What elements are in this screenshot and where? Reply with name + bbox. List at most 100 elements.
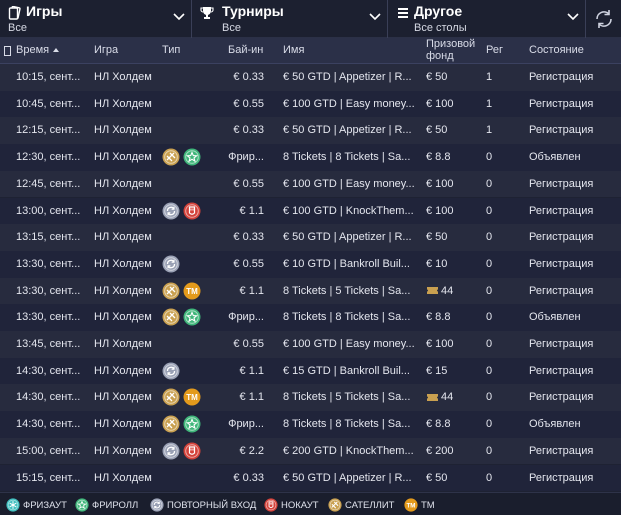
refresh-button[interactable] [586, 0, 621, 38]
cell-buyin: Фрир... [228, 418, 264, 431]
cell-state: Регистрация [529, 71, 594, 83]
other-filter-dropdown[interactable]: Другое Все столы [388, 0, 586, 38]
cell-types [162, 95, 222, 115]
cell-name: € 50 GTD | Appetizer | R... [283, 471, 412, 484]
column-header-state[interactable]: Состояние [529, 44, 584, 56]
other-filter-title: Другое [414, 3, 463, 19]
legend-item-tm: TM ТМ [404, 498, 435, 512]
legend-item-satellite: САТЕЛЛИТ [328, 498, 395, 512]
freeroll-icon [183, 148, 201, 166]
cell-reg: 0 [486, 204, 493, 217]
cell-buyin: € 0.33 [233, 71, 264, 83]
cell-state: Регистрация [529, 444, 594, 457]
cell-state: Регистрация [529, 471, 594, 484]
cell-state: Регистрация [529, 124, 594, 137]
games-filter-dropdown[interactable]: Игры Все [0, 0, 192, 38]
cell-game: НЛ Холдем [94, 124, 152, 137]
freezeout-icon [6, 498, 23, 512]
games-filter-title: Игры [26, 3, 63, 19]
tm-icon: TM [183, 388, 201, 406]
cell-reg: 1 [486, 124, 493, 137]
column-options-icon[interactable] [4, 46, 11, 56]
table-row[interactable]: 15:15, сент... НЛ Холдем € 0.33 € 50 GTD | … [0, 464, 621, 492]
table-row[interactable]: 13:30, сент... НЛ Холдем € 0.55 € 10 GTD | … [0, 250, 621, 278]
cell-types [162, 121, 222, 141]
cell-prize: € 100 [426, 98, 482, 110]
svg-text:TM: TM [186, 393, 198, 402]
table-row[interactable]: 13:30, сент... НЛ Холдем TM € 1.1 8 Tickets … [0, 277, 621, 305]
cell-types [162, 202, 222, 222]
refresh-icon [596, 10, 612, 28]
legend-item-freeroll: ФРИРОЛЛ [75, 498, 138, 512]
column-header-time[interactable]: Время [16, 44, 60, 56]
table-row[interactable]: 13:00, сент... НЛ Холдем € 1.1 € 100 GTD | … [0, 197, 621, 225]
table-header: Время Игра Тип Бай-ин Имя Призовой фонд Р… [0, 38, 621, 64]
cell-buyin: € 0.55 [233, 177, 264, 190]
table-row[interactable]: 12:30, сент... НЛ Холдем Фрир... 8 Tickets … [0, 144, 621, 171]
cell-buyin: Фрир... [228, 151, 264, 164]
cell-game: НЛ Холдем [94, 231, 152, 244]
prize-value: 44 [441, 284, 454, 297]
cell-state: Регистрация [529, 231, 594, 244]
cell-types [162, 68, 222, 88]
cell-reg: 0 [486, 231, 493, 244]
table-row[interactable]: 12:15, сент... НЛ Холдем € 0.33 € 50 GTD | … [0, 117, 621, 145]
cell-name: 8 Tickets | 8 Tickets | Sa... [283, 418, 411, 431]
freeroll-icon [183, 415, 201, 433]
cell-reg: 0 [486, 471, 493, 484]
cell-name: € 50 GTD | Appetizer | R... [283, 231, 412, 244]
cell-reg: 0 [486, 418, 493, 431]
table-row[interactable]: 12:45, сент... НЛ Холдем € 0.55 € 100 GTD |… [0, 170, 621, 198]
cell-state: Объявлен [529, 151, 581, 164]
cell-game: НЛ Холдем [94, 471, 152, 484]
prize-value: € 8.8 [426, 418, 451, 431]
prize-value: € 100 [426, 97, 454, 110]
cell-types [162, 335, 222, 355]
table-row[interactable]: 14:30, сент... НЛ Холдем € 1.1 € 15 GTD | B… [0, 357, 621, 385]
table-row[interactable]: 13:45, сент... НЛ Холдем € 0.55 € 100 GTD |… [0, 331, 621, 358]
cell-name: € 100 GTD | Easy money... [283, 97, 415, 110]
legend-label: ФРИЗАУТ [23, 499, 67, 511]
table-row[interactable]: 14:30, сент... НЛ Холдем Фрир... 8 Tickets … [0, 411, 621, 438]
cell-reg: 1 [486, 71, 493, 83]
trophy-icon [200, 7, 214, 19]
cell-types [162, 148, 222, 168]
tournaments-filter-dropdown[interactable]: Турниры Все [192, 0, 388, 38]
cell-time: 15:15, сент... [16, 471, 81, 484]
column-header-buyin[interactable]: Бай-ин [228, 44, 263, 56]
cell-state: Регистрация [529, 177, 594, 190]
cell-buyin: € 0.55 [233, 257, 264, 270]
reentry-icon [162, 362, 180, 380]
column-header-reg[interactable]: Рег [486, 44, 503, 56]
prize-value: € 50 [426, 231, 448, 244]
column-header-name[interactable]: Имя [283, 44, 304, 56]
cell-game: НЛ Холдем [94, 391, 152, 404]
cell-state: Объявлен [529, 418, 581, 431]
tm-icon: TM [183, 282, 201, 300]
satellite-icon [162, 282, 180, 300]
column-header-prize[interactable]: Призовой фонд [426, 38, 475, 62]
table-row[interactable]: 13:30, сент... НЛ Холдем Фрир... 8 Tickets … [0, 304, 621, 331]
freeroll-icon [183, 308, 201, 326]
legend-label: САТЕЛЛИТ [345, 499, 395, 511]
cell-prize: € 200 [426, 445, 482, 457]
cell-name: € 100 GTD | Easy money... [283, 177, 415, 190]
satellite-icon [162, 415, 180, 433]
table-row[interactable]: 10:45, сент... НЛ Холдем € 0.55 € 100 GTD |… [0, 90, 621, 118]
cell-game: НЛ Холдем [94, 257, 152, 270]
legend-bar: ФРИЗАУТ ФРИРОЛЛ ПОВТОРНЫЙ ВХОД НОКАУТ САТЕЛЛ… [0, 492, 621, 515]
column-header-game[interactable]: Игра [94, 44, 118, 56]
prize-value: € 8.8 [426, 311, 451, 324]
cell-name: € 200 GTD | KnockThem... [283, 444, 414, 457]
svg-text:TM: TM [407, 502, 416, 509]
cell-reg: 0 [486, 311, 493, 324]
cell-time: 13:30, сент... [16, 311, 81, 324]
table-row[interactable]: 10:15, сент... НЛ Холдем € 0.33 € 50 GTD | … [0, 64, 621, 91]
cell-time: 14:30, сент... [16, 418, 81, 431]
table-row[interactable]: 15:00, сент... НЛ Холдем € 2.2 € 200 GTD | … [0, 437, 621, 465]
table-row[interactable]: 14:30, сент... НЛ Холдем TM € 1.1 8 Tickets … [0, 384, 621, 412]
cell-prize: € 10 [426, 258, 482, 270]
column-header-type[interactable]: Тип [162, 44, 180, 56]
cards-icon [8, 6, 21, 20]
table-row[interactable]: 13:15, сент... НЛ Холдем € 0.33 € 50 GTD | … [0, 224, 621, 251]
